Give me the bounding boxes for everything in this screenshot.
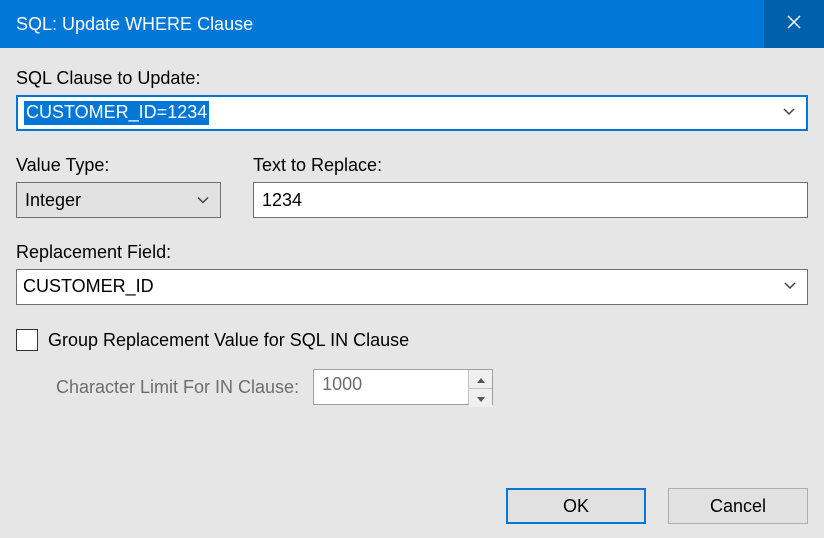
char-limit-row: Character Limit For IN Clause: 1000 [56, 369, 808, 405]
type-text-row: Value Type: Integer Text to Replace: [16, 155, 808, 218]
chevron-up-icon [477, 370, 485, 388]
clause-value: CUSTOMER_ID=1234 [24, 101, 209, 125]
text-replace-label: Text to Replace: [253, 155, 808, 176]
dialog-title: SQL: Update WHERE Clause [16, 14, 253, 35]
button-row: OK Cancel [506, 488, 808, 524]
replacement-row: Replacement Field: CUSTOMER_ID [16, 242, 808, 305]
replacement-label: Replacement Field: [16, 242, 808, 263]
spinner-down[interactable] [469, 389, 492, 407]
value-type-label: Value Type: [16, 155, 221, 176]
ok-button[interactable]: OK [506, 488, 646, 524]
text-replace-col: Text to Replace: [253, 155, 808, 218]
replacement-combo[interactable]: CUSTOMER_ID [16, 269, 808, 305]
chevron-down-icon [783, 278, 797, 296]
cancel-button[interactable]: Cancel [668, 488, 808, 524]
value-type-value: Integer [25, 190, 81, 211]
close-icon [786, 14, 802, 35]
clause-label: SQL Clause to Update: [16, 68, 808, 89]
replacement-value: CUSTOMER_ID [23, 276, 154, 298]
text-replace-input[interactable] [253, 182, 808, 218]
spinner-buttons [468, 370, 492, 404]
chevron-down-icon [196, 190, 210, 211]
spinner-up[interactable] [469, 370, 492, 389]
close-button[interactable] [764, 0, 824, 48]
value-type-col: Value Type: Integer [16, 155, 221, 218]
clause-row: SQL Clause to Update: CUSTOMER_ID=1234 [16, 68, 808, 131]
char-limit-value: 1000 [314, 370, 468, 404]
dialog-content: SQL Clause to Update: CUSTOMER_ID=1234 V… [0, 48, 824, 538]
group-check-row: Group Replacement Value for SQL IN Claus… [16, 329, 808, 351]
chevron-down-icon [477, 389, 485, 407]
group-checkbox[interactable] [16, 329, 38, 351]
titlebar: SQL: Update WHERE Clause [0, 0, 824, 48]
value-type-combo[interactable]: Integer [16, 182, 221, 218]
chevron-down-icon [782, 104, 796, 122]
char-limit-label: Character Limit For IN Clause: [56, 377, 299, 398]
clause-combo[interactable]: CUSTOMER_ID=1234 [16, 95, 808, 131]
group-check-label: Group Replacement Value for SQL IN Claus… [48, 330, 409, 351]
char-limit-spinner[interactable]: 1000 [313, 369, 493, 405]
